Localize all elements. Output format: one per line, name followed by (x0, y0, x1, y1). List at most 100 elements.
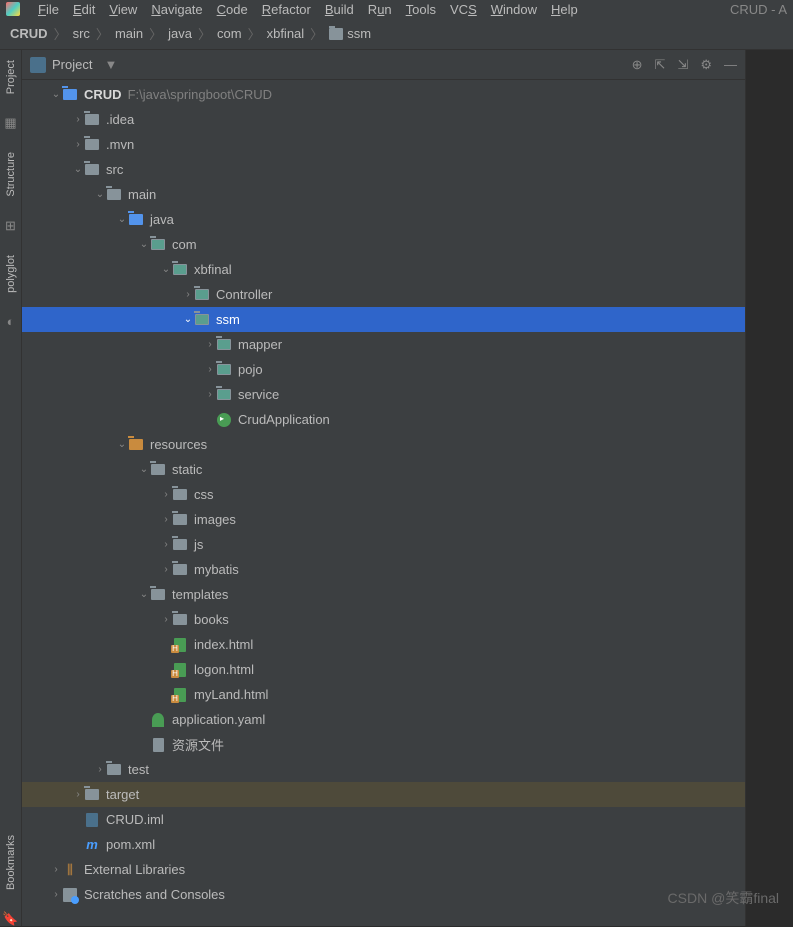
menu-edit[interactable]: Edit (73, 2, 95, 17)
tree-row[interactable]: ⌄static (22, 457, 745, 482)
tree-row[interactable]: ›images (22, 507, 745, 532)
menu-navigate[interactable]: Navigate (151, 2, 202, 17)
folder-icon (128, 213, 144, 227)
tree-row[interactable]: ›js (22, 532, 745, 557)
chevron-down-icon[interactable]: ⌄ (138, 589, 150, 600)
chevron-down-icon[interactable]: ⌄ (116, 439, 128, 450)
tab-structure[interactable]: Structure (5, 148, 17, 201)
chevron-right-icon[interactable]: › (182, 289, 194, 300)
chevron-down-icon[interactable]: ⌄ (138, 464, 150, 475)
tree-row[interactable]: ⌄templates (22, 582, 745, 607)
tree-row[interactable]: index.html (22, 632, 745, 657)
tree-label: Controller (216, 287, 272, 302)
chevron-right-icon[interactable]: › (50, 889, 62, 900)
tree-row[interactable]: ⌄xbfinal (22, 257, 745, 282)
tree-row[interactable]: ›css (22, 482, 745, 507)
chevron-right-icon[interactable]: › (50, 864, 62, 875)
chevron-right-icon[interactable]: › (72, 139, 84, 150)
chevron-right-icon[interactable]: › (72, 789, 84, 800)
tab-polyglot[interactable]: polyglot (5, 251, 17, 297)
tree-label: logon.html (194, 662, 254, 677)
chevron-down-icon[interactable]: ⌄ (160, 264, 172, 275)
menu-code[interactable]: Code (217, 2, 248, 17)
chevron-down-icon[interactable]: ⌄ (94, 189, 106, 200)
menu-vcs[interactable]: VCS (450, 2, 477, 17)
tree-row[interactable]: ›target (22, 782, 745, 807)
chevron-right-icon[interactable]: › (204, 364, 216, 375)
menu-tools[interactable]: Tools (406, 2, 436, 17)
collapse-all-icon[interactable]: ⇲ (677, 57, 688, 73)
tree-row[interactable]: application.yaml (22, 707, 745, 732)
tree-row[interactable]: › mybatis (22, 557, 745, 582)
tree-label: ssm (216, 312, 240, 327)
tree-row[interactable]: ›test (22, 757, 745, 782)
chevron-right-icon[interactable]: › (160, 539, 172, 550)
tree-row[interactable]: ›service (22, 382, 745, 407)
app-icon (6, 2, 20, 16)
chevron-down-icon[interactable]: ⌄ (72, 164, 84, 175)
tree-row[interactable]: ⌄ java (22, 207, 745, 232)
minimize-icon[interactable]: — (724, 57, 737, 73)
menu-help[interactable]: Help (551, 2, 578, 17)
menu-view[interactable]: View (109, 2, 137, 17)
tree-label: mybatis (194, 562, 239, 577)
breadcrumb-item[interactable]: ssm (347, 26, 371, 41)
menu-run[interactable]: Run (368, 2, 392, 17)
tree-row[interactable]: ⌄src (22, 157, 745, 182)
tree-row[interactable]: ›.idea (22, 107, 745, 132)
html-file-icon (172, 663, 188, 677)
tree-row[interactable]: ⌄CRUDF:\java\springboot\CRUD (22, 82, 745, 107)
tree-row[interactable]: CrudApplication (22, 407, 745, 432)
tree-row[interactable]: ›.mvn (22, 132, 745, 157)
chevron-right-icon[interactable]: › (160, 564, 172, 575)
project-view-selector[interactable]: Project ▼ (30, 57, 117, 73)
chevron-right-icon[interactable]: › (94, 764, 106, 775)
chevron-down-icon[interactable]: ⌄ (138, 239, 150, 250)
project-panel: Project ▼ ⊕ ⇱ ⇲ ⚙ — ⌄CRUDF:\java\springb… (22, 50, 745, 926)
tree-row[interactable]: ›Scratches and Consoles (22, 882, 745, 907)
tree-row[interactable]: ⌄main (22, 182, 745, 207)
tree-row[interactable]: › Controller (22, 282, 745, 307)
chevron-down-icon[interactable]: ⌄ (50, 89, 62, 100)
chevron-right-icon[interactable]: › (72, 114, 84, 125)
tree-row[interactable]: ›books (22, 607, 745, 632)
chevron-down-icon[interactable]: ⌄ (182, 314, 194, 325)
tree-row[interactable]: ›mapper (22, 332, 745, 357)
tree-row[interactable]: 资源文件 (22, 732, 745, 757)
menu-refactor[interactable]: Refactor (262, 2, 311, 17)
tree-row[interactable]: ›pojo (22, 357, 745, 382)
tree-row[interactable]: ›⫼External Libraries (22, 857, 745, 882)
chevron-right-icon[interactable]: › (160, 514, 172, 525)
chevron-right-icon[interactable]: › (160, 489, 172, 500)
menu-file[interactable]: File (38, 2, 59, 17)
chevron-down-icon: ▼ (104, 57, 117, 72)
chevron-down-icon[interactable]: ⌄ (116, 214, 128, 225)
menu-build[interactable]: Build (325, 2, 354, 17)
tab-project[interactable]: Project (5, 56, 17, 98)
chevron-right-icon[interactable]: › (160, 614, 172, 625)
tree-label: 资源文件 (172, 735, 224, 754)
breadcrumb-item[interactable]: xbfinal (267, 26, 305, 41)
breadcrumb-item[interactable]: src (73, 26, 90, 41)
menu-window[interactable]: Window (491, 2, 537, 17)
project-tree[interactable]: ⌄CRUDF:\java\springboot\CRUD›.idea›.mvn⌄… (22, 80, 745, 926)
tree-row[interactable]: ⌄com (22, 232, 745, 257)
chevron-right-icon[interactable]: › (204, 389, 216, 400)
breadcrumb-item[interactable]: java (168, 26, 192, 41)
breadcrumb-item[interactable]: CRUD (10, 26, 48, 41)
chevron-right-icon[interactable]: › (204, 339, 216, 350)
tree-row[interactable]: ⌄resources (22, 432, 745, 457)
tab-bookmarks[interactable]: Bookmarks (5, 831, 17, 894)
breadcrumb-item[interactable]: com (217, 26, 242, 41)
tree-row[interactable]: logon.html (22, 657, 745, 682)
expand-all-icon[interactable]: ⇱ (655, 57, 666, 73)
tree-row[interactable]: ⌄ ssm (22, 307, 745, 332)
locate-icon[interactable]: ⊕ (632, 57, 643, 73)
tree-row[interactable]: CRUD.iml (22, 807, 745, 832)
tree-label: java (150, 212, 174, 227)
gear-icon[interactable]: ⚙ (700, 57, 712, 73)
breadcrumb-item[interactable]: main (115, 26, 143, 41)
project-view-icon (30, 57, 46, 73)
tree-row[interactable]: mpom.xml (22, 832, 745, 857)
tree-row[interactable]: myLand.html (22, 682, 745, 707)
